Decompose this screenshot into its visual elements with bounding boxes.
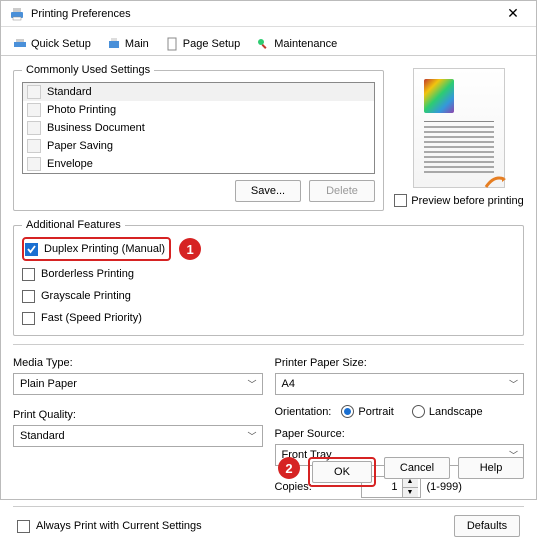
orientation-label: Orientation: [275, 406, 332, 418]
portrait-radio[interactable] [341, 405, 354, 418]
list-item[interactable]: Standard [23, 83, 374, 101]
checkbox-row[interactable]: Borderless Printing [22, 265, 515, 283]
callout-1: 1 [179, 238, 201, 260]
tab-maintenance[interactable]: Maintenance [254, 33, 339, 55]
tab-main[interactable]: Main [105, 33, 151, 55]
main-icon [107, 37, 121, 51]
paper-source-label: Paper Source: [275, 428, 525, 440]
duplex-checkbox[interactable] [25, 243, 38, 256]
help-button[interactable]: Help [458, 457, 524, 479]
titlebar: Printing Preferences ✕ [1, 1, 536, 27]
business-icon [27, 121, 41, 135]
tab-label: Quick Setup [31, 38, 91, 50]
paper-size-label: Printer Paper Size: [275, 357, 525, 369]
tab-label: Main [125, 38, 149, 50]
checkbox-row[interactable]: Fast (Speed Priority) [22, 309, 515, 327]
envelope-icon [27, 157, 41, 171]
print-quality-combo[interactable]: Standard﹀ [13, 425, 263, 447]
callout-2: 2 [278, 457, 300, 479]
page-setup-icon [165, 37, 179, 51]
tab-page-setup[interactable]: Page Setup [163, 33, 243, 55]
always-print-label: Always Print with Current Settings [36, 520, 202, 532]
checkbox-row[interactable]: Duplex Printing (Manual) [25, 240, 165, 258]
doc-icon [27, 85, 41, 99]
grayscale-checkbox[interactable] [22, 290, 35, 303]
highlight-ok: OK [308, 457, 376, 487]
checkbox-label: Grayscale Printing [41, 290, 131, 302]
commonly-used-group: Commonly Used Settings Standard Photo Pr… [13, 64, 384, 211]
borderless-checkbox[interactable] [22, 268, 35, 281]
list-item[interactable]: Business Document [23, 119, 374, 137]
media-type-combo[interactable]: Plain Paper﹀ [13, 373, 263, 395]
checkbox-label: Fast (Speed Priority) [41, 312, 142, 324]
tab-label: Page Setup [183, 38, 241, 50]
highlight-duplex: Duplex Printing (Manual) [22, 237, 171, 261]
checkbox-row[interactable]: Grayscale Printing [22, 287, 515, 305]
window-title: Printing Preferences [31, 8, 498, 20]
corner-icon [484, 167, 506, 189]
landscape-option[interactable]: Landscape [412, 405, 483, 418]
tab-quick-setup[interactable]: Quick Setup [11, 33, 93, 55]
additional-features-legend: Additional Features [22, 219, 125, 231]
save-button[interactable]: Save... [235, 180, 301, 202]
divider [13, 506, 524, 507]
chevron-down-icon: ﹀ [509, 378, 518, 391]
chevron-down-icon: ﹀ [247, 430, 256, 443]
settings-listbox[interactable]: Standard Photo Printing Business Documen… [22, 82, 375, 174]
always-print-checkbox[interactable] [17, 520, 30, 533]
list-item[interactable]: Photo Printing [23, 101, 374, 119]
printer-icon [9, 6, 25, 22]
papersave-icon [27, 139, 41, 153]
paper-size-combo[interactable]: A4﹀ [275, 373, 525, 395]
page-preview [413, 68, 505, 188]
checkbox-label: Duplex Printing (Manual) [44, 243, 165, 255]
quick-setup-icon [13, 37, 27, 51]
portrait-option[interactable]: Portrait [341, 405, 393, 418]
list-item[interactable]: Envelope [23, 155, 374, 173]
cancel-button[interactable]: Cancel [384, 457, 450, 479]
list-item[interactable]: Paper Saving [23, 137, 374, 155]
landscape-radio[interactable] [412, 405, 425, 418]
fast-checkbox[interactable] [22, 312, 35, 325]
tab-label: Maintenance [274, 38, 337, 50]
media-type-label: Media Type: [13, 357, 263, 369]
divider [13, 344, 524, 345]
chevron-down-icon: ﹀ [247, 378, 256, 391]
close-button[interactable]: ✕ [498, 5, 528, 22]
delete-button[interactable]: Delete [309, 180, 375, 202]
preview-checkbox[interactable] [394, 194, 407, 207]
tab-strip: Quick Setup Main Page Setup Maintenance [1, 27, 536, 56]
footer: 2 OK Cancel Help [266, 451, 536, 493]
additional-features-group: Additional Features Duplex Printing (Man… [13, 219, 524, 336]
preview-label: Preview before printing [411, 195, 524, 207]
preview-checkbox-row[interactable]: Preview before printing [394, 194, 524, 207]
checkbox-label: Borderless Printing [41, 268, 134, 280]
maintenance-icon [256, 37, 270, 51]
print-quality-label: Print Quality: [13, 409, 263, 421]
ok-button[interactable]: OK [312, 461, 372, 483]
photo-icon [27, 103, 41, 117]
defaults-button[interactable]: Defaults [454, 515, 520, 537]
commonly-used-legend: Commonly Used Settings [22, 64, 154, 76]
always-print-row[interactable]: Always Print with Current Settings [17, 517, 202, 535]
